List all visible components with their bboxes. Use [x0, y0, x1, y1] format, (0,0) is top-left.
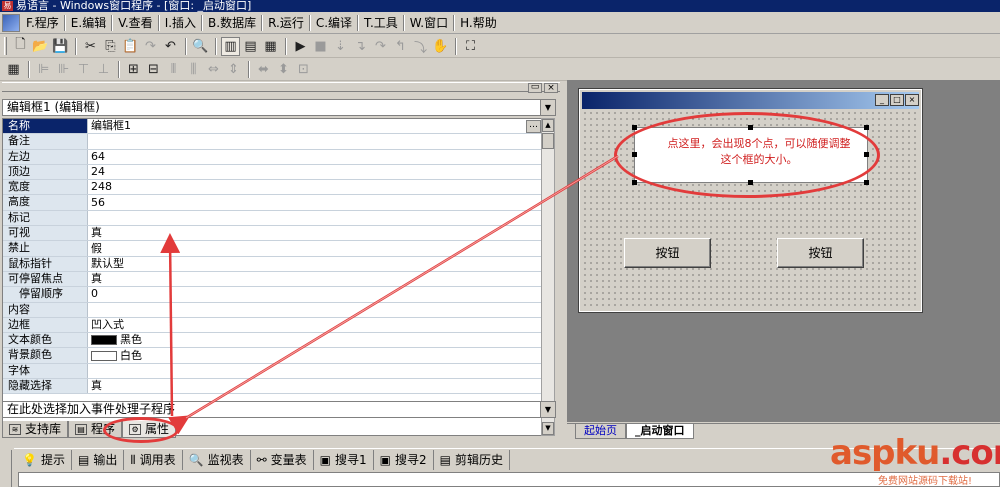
- output-panel-grip[interactable]: [0, 450, 12, 487]
- magnifier-icon: 🔍: [188, 452, 204, 467]
- call-stack-icon: ⦀: [130, 452, 136, 467]
- arrow-shadow-line: [185, 155, 619, 419]
- tab-label: 搜寻2: [395, 452, 427, 467]
- annotation-arrows: [160, 154, 619, 435]
- watermark-subtitle: 免费网站源码下载站!: [878, 476, 973, 487]
- search-results-icon: ▣: [379, 452, 391, 467]
- tab-clip-history[interactable]: ▤ 剪辑历史: [434, 449, 510, 470]
- tab-label: 变量表: [270, 452, 307, 467]
- watermark-logo: aspku.com: [830, 433, 1000, 473]
- tab-variables[interactable]: ⚯ 变量表: [251, 449, 314, 470]
- tab-output[interactable]: ▤ 输出: [72, 449, 125, 470]
- tab-label: 监视表: [207, 452, 244, 467]
- tab-search1[interactable]: ▣ 搜寻1: [314, 449, 374, 470]
- tab-label: 调用表: [139, 452, 176, 467]
- clipboard-icon: ▤: [439, 452, 451, 467]
- output-icon: ▤: [77, 452, 90, 467]
- lightbulb-icon: 💡: [22, 452, 37, 467]
- tab-call-stack[interactable]: ⦀ 调用表: [124, 449, 183, 470]
- tab-label: 提示: [40, 452, 65, 467]
- tab-label: 搜寻1: [335, 452, 367, 467]
- tab-label: 输出: [93, 452, 118, 467]
- tab-search2[interactable]: ▣ 搜寻2: [374, 449, 434, 470]
- tab-hint[interactable]: 💡 提示: [16, 449, 72, 470]
- tab-label: 剪辑历史: [454, 452, 503, 467]
- variables-icon: ⚯: [256, 452, 267, 467]
- output-text-area[interactable]: [18, 472, 1000, 487]
- arrow-up-to-grid: [160, 233, 181, 417]
- search-results-icon: ▣: [319, 452, 332, 467]
- tab-watch[interactable]: 🔍 监视表: [183, 449, 251, 470]
